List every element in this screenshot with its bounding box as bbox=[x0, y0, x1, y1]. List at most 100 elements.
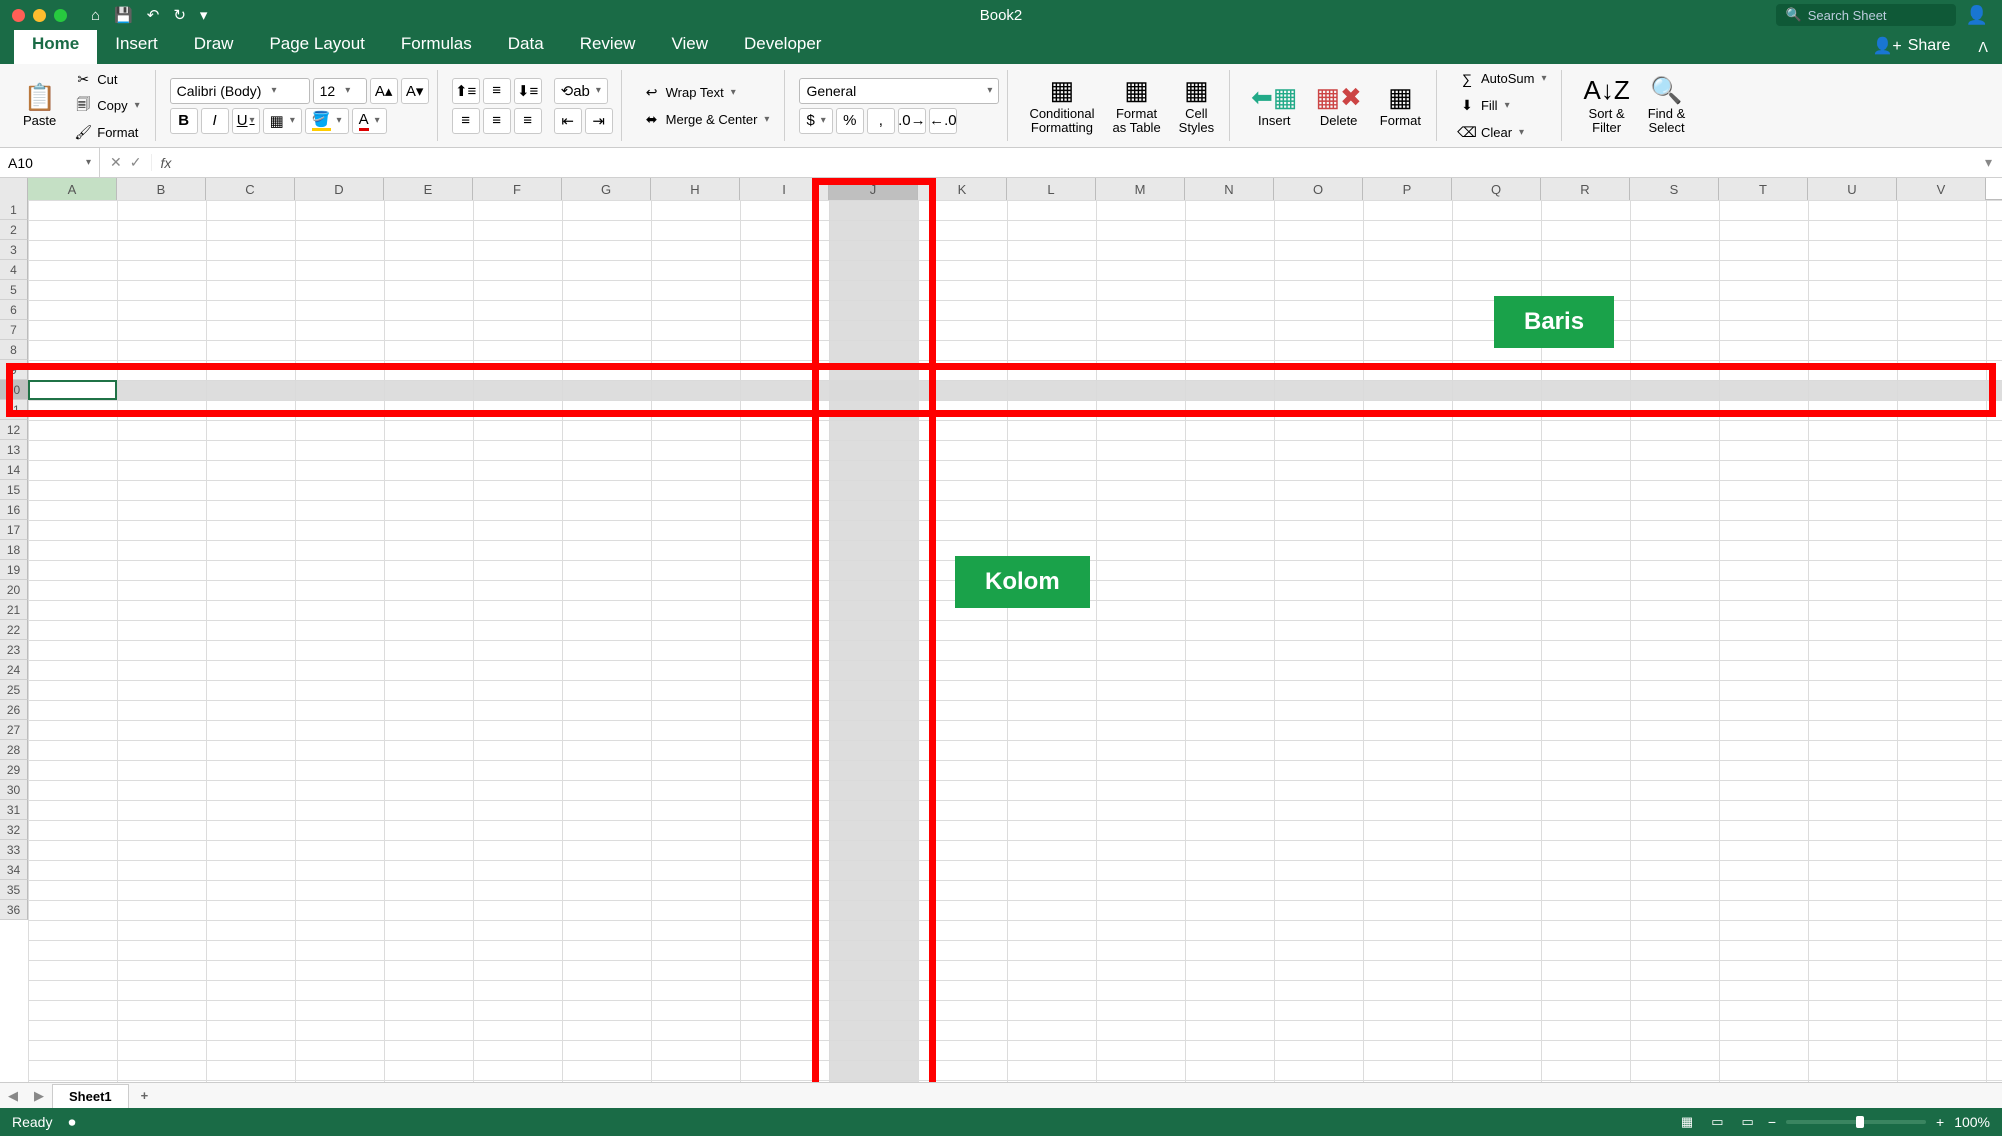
format-as-table-button[interactable]: ▦Format as Table bbox=[1105, 73, 1167, 138]
comma-button[interactable]: , bbox=[867, 108, 895, 134]
minimize-window-button[interactable] bbox=[33, 9, 46, 22]
decrease-font-button[interactable]: A▾ bbox=[401, 78, 429, 104]
format-painter-button[interactable]: 🖌Format bbox=[67, 121, 146, 144]
next-sheet-button[interactable]: ▶ bbox=[26, 1088, 52, 1104]
autosum-button[interactable]: ∑AutoSum▾ bbox=[1451, 68, 1554, 90]
row-header[interactable]: 1 bbox=[0, 200, 28, 220]
column-header[interactable]: B bbox=[117, 178, 206, 200]
row-header[interactable]: 4 bbox=[0, 260, 28, 280]
align-bottom-button[interactable]: ⬇≡ bbox=[514, 78, 542, 104]
row-header[interactable]: 7 bbox=[0, 320, 28, 340]
row-header[interactable]: 33 bbox=[0, 840, 28, 860]
increase-indent-button[interactable]: ⇥ bbox=[585, 108, 613, 134]
zoom-level[interactable]: 100% bbox=[1954, 1114, 1990, 1130]
tab-review[interactable]: Review bbox=[562, 26, 654, 64]
column-header[interactable]: M bbox=[1096, 178, 1185, 200]
merge-center-button[interactable]: ⬌Merge & Center▾ bbox=[636, 108, 777, 131]
zoom-in-button[interactable]: + bbox=[1936, 1114, 1944, 1130]
qat-more-icon[interactable]: ▾ bbox=[200, 6, 208, 24]
column-header[interactable]: R bbox=[1541, 178, 1630, 200]
align-middle-button[interactable]: ≡ bbox=[483, 78, 511, 104]
decrease-indent-button[interactable]: ⇤ bbox=[554, 108, 582, 134]
wrap-text-button[interactable]: ↩Wrap Text▾ bbox=[636, 81, 777, 104]
row-header[interactable]: 13 bbox=[0, 440, 28, 460]
collapse-ribbon-button[interactable]: ᐱ bbox=[1964, 31, 2002, 64]
tab-insert[interactable]: Insert bbox=[97, 26, 176, 64]
row-header[interactable]: 32 bbox=[0, 820, 28, 840]
page-layout-view-button[interactable]: ▭ bbox=[1707, 1112, 1727, 1132]
conditional-formatting-button[interactable]: ▦Conditional Formatting bbox=[1022, 73, 1101, 138]
fill-color-button[interactable]: 🪣▾ bbox=[305, 108, 349, 134]
format-cells-button[interactable]: ▦Format bbox=[1373, 80, 1428, 131]
column-header[interactable]: Q bbox=[1452, 178, 1541, 200]
save-icon[interactable]: 💾 bbox=[114, 6, 133, 24]
row-header[interactable]: 16 bbox=[0, 500, 28, 520]
currency-button[interactable]: $▾ bbox=[799, 108, 832, 134]
find-select-button[interactable]: 🔍Find & Select bbox=[1641, 73, 1693, 138]
row-header[interactable]: 34 bbox=[0, 860, 28, 880]
orientation-button[interactable]: ⟲ab▾ bbox=[554, 78, 608, 104]
column-header[interactable]: U bbox=[1808, 178, 1897, 200]
align-right-button[interactable]: ≡ bbox=[514, 108, 542, 134]
search-sheet-input[interactable]: 🔍 Search Sheet bbox=[1776, 4, 1956, 26]
spreadsheet-grid[interactable]: ABCDEFGHIJKLMNOPQRSTUV 12345678910111213… bbox=[0, 178, 2002, 1082]
bold-button[interactable]: B bbox=[170, 108, 198, 134]
row-header[interactable]: 19 bbox=[0, 560, 28, 580]
fill-button[interactable]: ⬇Fill▾ bbox=[1451, 94, 1554, 117]
column-header[interactable]: C bbox=[206, 178, 295, 200]
row-header[interactable]: 15 bbox=[0, 480, 28, 500]
column-header[interactable]: L bbox=[1007, 178, 1096, 200]
row-header[interactable]: 17 bbox=[0, 520, 28, 540]
column-header[interactable]: E bbox=[384, 178, 473, 200]
insert-cells-button[interactable]: ⬅▦Insert bbox=[1244, 80, 1304, 131]
undo-icon[interactable]: ↶ bbox=[147, 6, 160, 24]
row-header[interactable]: 30 bbox=[0, 780, 28, 800]
prev-sheet-button[interactable]: ◀ bbox=[0, 1088, 26, 1104]
paste-button[interactable]: 📋 Paste bbox=[16, 80, 63, 131]
row-header[interactable]: 22 bbox=[0, 620, 28, 640]
decrease-decimal-button[interactable]: ←.0 bbox=[929, 108, 957, 134]
row-header[interactable]: 14 bbox=[0, 460, 28, 480]
row-header[interactable]: 24 bbox=[0, 660, 28, 680]
close-window-button[interactable] bbox=[12, 9, 25, 22]
user-account-icon[interactable]: 👤 bbox=[1966, 5, 1988, 26]
row-header[interactable]: 18 bbox=[0, 540, 28, 560]
borders-button[interactable]: ▦▾ bbox=[263, 108, 302, 134]
sort-filter-button[interactable]: A↓ZSort & Filter bbox=[1576, 73, 1636, 138]
align-left-button[interactable]: ≡ bbox=[452, 108, 480, 134]
row-header[interactable]: 26 bbox=[0, 700, 28, 720]
share-button[interactable]: 👤+ Share bbox=[1858, 28, 1964, 64]
row-header[interactable]: 28 bbox=[0, 740, 28, 760]
add-sheet-button[interactable]: + bbox=[129, 1088, 161, 1103]
row-header[interactable]: 2 bbox=[0, 220, 28, 240]
increase-decimal-button[interactable]: .0→ bbox=[898, 108, 926, 134]
column-header[interactable]: V bbox=[1897, 178, 1986, 200]
increase-font-button[interactable]: A▴ bbox=[370, 78, 398, 104]
accept-formula-icon[interactable]: ✓ bbox=[130, 154, 142, 171]
italic-button[interactable]: I bbox=[201, 108, 229, 134]
copy-button[interactable]: 🗐Copy▾ bbox=[67, 91, 146, 121]
redo-icon[interactable]: ↻ bbox=[173, 6, 186, 24]
row-header[interactable]: 25 bbox=[0, 680, 28, 700]
maximize-window-button[interactable] bbox=[54, 9, 67, 22]
zoom-slider[interactable] bbox=[1786, 1120, 1926, 1124]
tab-view[interactable]: View bbox=[653, 26, 726, 64]
column-header[interactable]: F bbox=[473, 178, 562, 200]
row-header[interactable]: 20 bbox=[0, 580, 28, 600]
column-header[interactable]: N bbox=[1185, 178, 1274, 200]
normal-view-button[interactable]: ▦ bbox=[1677, 1112, 1697, 1132]
row-header[interactable]: 5 bbox=[0, 280, 28, 300]
tab-developer[interactable]: Developer bbox=[726, 26, 840, 64]
row-header[interactable]: 36 bbox=[0, 900, 28, 920]
cells-area[interactable] bbox=[28, 200, 2002, 1082]
row-header[interactable]: 12 bbox=[0, 420, 28, 440]
cell-styles-button[interactable]: ▦Cell Styles bbox=[1172, 73, 1221, 138]
home-icon[interactable]: ⌂ bbox=[91, 7, 100, 24]
font-name-select[interactable]: Calibri (Body)▾ bbox=[170, 78, 310, 104]
tab-formulas[interactable]: Formulas bbox=[383, 26, 490, 64]
row-header[interactable]: 21 bbox=[0, 600, 28, 620]
align-top-button[interactable]: ⬆≡ bbox=[452, 78, 480, 104]
font-color-button[interactable]: A▾ bbox=[352, 108, 387, 134]
row-header[interactable]: 23 bbox=[0, 640, 28, 660]
expand-formula-bar-icon[interactable]: ▾ bbox=[1975, 154, 2002, 171]
